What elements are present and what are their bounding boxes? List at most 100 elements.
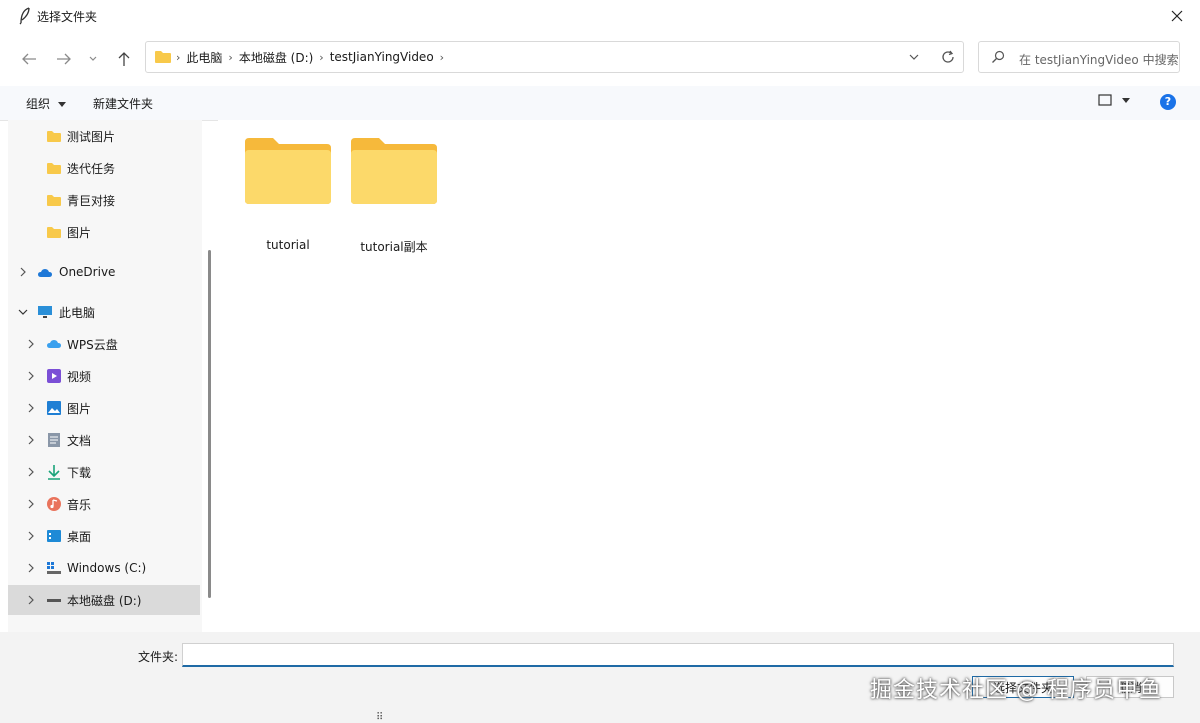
- breadcrumb-item[interactable]: 本地磁盘 (D:): [233, 49, 319, 66]
- sidebar-item-label: 图片: [67, 401, 92, 416]
- sidebar-item-label: 下载: [67, 465, 92, 480]
- chevron-right-icon[interactable]: [26, 371, 36, 381]
- sidebar-item-label: 桌面: [67, 529, 92, 544]
- refresh-icon[interactable]: [941, 50, 955, 64]
- sidebar-item-drive-c[interactable]: Windows (C:): [8, 553, 200, 583]
- sidebar-item-drive-d[interactable]: 本地磁盘 (D:): [8, 585, 200, 615]
- chevron-right-icon[interactable]: [26, 499, 36, 509]
- computer-icon: [38, 306, 52, 318]
- resize-grip-icon[interactable]: ⠿: [376, 712, 383, 723]
- forward-button[interactable]: [54, 49, 74, 69]
- chevron-down-icon[interactable]: [909, 54, 919, 60]
- caret-down-icon: [1122, 97, 1130, 103]
- close-icon: [1171, 10, 1183, 22]
- help-icon[interactable]: ?: [1160, 94, 1176, 110]
- folder-item[interactable]: tutorial: [238, 134, 338, 254]
- folder-icon: [351, 138, 437, 204]
- sidebar-item-label: WPS云盘: [67, 337, 118, 352]
- dialog-footer: 文件夹: 选择文件夹 取消 掘金技术社区 @ 程序员甲鱼: [0, 632, 1200, 712]
- file-list: tutorial tutorial副本: [218, 120, 1200, 632]
- organize-label: 组织: [26, 97, 51, 111]
- sidebar-item-label: 视频: [67, 369, 92, 384]
- recent-locations-button[interactable]: [86, 49, 100, 69]
- sidebar-item-onedrive[interactable]: OneDrive: [8, 257, 200, 287]
- view-options-button[interactable]: [1098, 94, 1130, 106]
- navigation-scrollbar[interactable]: [208, 250, 211, 598]
- arrow-right-icon: [57, 53, 71, 65]
- folder-icon: [47, 195, 61, 206]
- sidebar-item-wps-cloud[interactable]: WPS云盘: [8, 329, 200, 359]
- chevron-right-icon[interactable]: [26, 339, 36, 349]
- sidebar-item-documents[interactable]: 文档: [8, 425, 200, 455]
- arrow-up-icon: [118, 52, 130, 66]
- breadcrumb-item[interactable]: 此电脑: [180, 49, 228, 66]
- organize-button[interactable]: 组织: [26, 95, 66, 112]
- sidebar-item[interactable]: 图片: [8, 217, 200, 247]
- folder-icon: [245, 138, 331, 204]
- sidebar-item-videos[interactable]: 视频: [8, 361, 200, 391]
- picture-icon: [47, 401, 61, 415]
- cloud-icon: [38, 269, 52, 277]
- navigation-pane: 测试图片 迭代任务 青巨对接 图片 OneDrive 此电脑 WPS云盘 视频 …: [8, 120, 202, 632]
- breadcrumb-separator[interactable]: ›: [440, 51, 444, 64]
- cloud-icon: [47, 340, 61, 348]
- sidebar-item-label: 音乐: [67, 497, 92, 512]
- sidebar-item-pictures[interactable]: 图片: [8, 393, 200, 423]
- sidebar-item-downloads[interactable]: 下载: [8, 457, 200, 487]
- back-button[interactable]: [19, 49, 39, 69]
- drive-icon: [47, 599, 61, 602]
- chevron-right-icon[interactable]: [18, 267, 28, 277]
- chevron-down-icon: [89, 56, 97, 61]
- feather-icon: [19, 7, 30, 25]
- sidebar-item[interactable]: 测试图片: [8, 121, 200, 151]
- file-dialog-window: 选择文件夹 › 此电脑 › 本地磁盘 (D:) › testJianYingVi…: [0, 0, 1200, 712]
- breadcrumb-item[interactable]: testJianYingVideo: [324, 50, 440, 64]
- sidebar-item-label: 文档: [67, 433, 92, 448]
- folder-name: tutorial副本: [360, 240, 428, 254]
- sidebar-item-music[interactable]: 音乐: [8, 489, 200, 519]
- sidebar-item[interactable]: 迭代任务: [8, 153, 200, 183]
- window-title: 选择文件夹: [37, 10, 98, 24]
- sidebar-item-label: 测试图片: [67, 129, 116, 144]
- folder-icon: [155, 51, 171, 63]
- chevron-right-icon[interactable]: [26, 403, 36, 413]
- chevron-right-icon[interactable]: [26, 595, 36, 605]
- video-icon: [47, 369, 61, 383]
- arrow-left-icon: [22, 53, 36, 65]
- sidebar-item-this-pc[interactable]: 此电脑: [8, 297, 200, 327]
- watermark: 掘金技术社区 @ 程序员甲鱼: [870, 678, 1162, 703]
- new-folder-button[interactable]: 新建文件夹: [93, 95, 153, 112]
- sidebar-item-label: 迭代任务: [67, 161, 116, 176]
- music-icon: [47, 497, 61, 511]
- address-bar[interactable]: › 此电脑 › 本地磁盘 (D:) › testJianYingVideo ›: [145, 41, 964, 73]
- folder-item[interactable]: tutorial副本: [344, 134, 444, 254]
- sidebar-item-label: 此电脑: [59, 305, 96, 320]
- breadcrumb: › 此电脑 › 本地磁盘 (D:) › testJianYingVideo ›: [154, 42, 444, 72]
- sidebar-item-label: 青巨对接: [67, 193, 116, 208]
- sidebar-item-label: 本地磁盘 (D:): [67, 593, 142, 608]
- close-button[interactable]: [1154, 0, 1200, 32]
- folder-name-input[interactable]: [182, 643, 1174, 667]
- chevron-down-icon[interactable]: [18, 307, 28, 317]
- sidebar-item-desktop[interactable]: 桌面: [8, 521, 200, 551]
- download-icon: [48, 465, 60, 480]
- folder-icon: [47, 163, 61, 174]
- chevron-right-icon[interactable]: [26, 467, 36, 477]
- chevron-right-icon[interactable]: [26, 563, 36, 573]
- sidebar-item[interactable]: 青巨对接: [8, 185, 200, 215]
- title-bar: 选择文件夹: [0, 0, 1200, 32]
- caret-down-icon: [57, 102, 66, 107]
- command-bar: 组织 新建文件夹 ?: [0, 86, 1200, 121]
- folder-name: tutorial: [266, 238, 310, 252]
- drive-icon: [47, 562, 61, 574]
- sidebar-item-label: OneDrive: [59, 265, 116, 279]
- sidebar-item-label: Windows (C:): [67, 561, 147, 575]
- chevron-right-icon[interactable]: [26, 435, 36, 445]
- sidebar-item-label: 图片: [67, 225, 92, 240]
- search-input[interactable]: 在 testJianYingVideo 中搜索: [978, 41, 1180, 73]
- up-button[interactable]: [114, 49, 134, 69]
- view-layout-icon: [1098, 94, 1112, 106]
- search-placeholder: 在 testJianYingVideo 中搜索: [1019, 53, 1179, 67]
- chevron-right-icon[interactable]: [26, 531, 36, 541]
- folder-icon: [47, 131, 61, 142]
